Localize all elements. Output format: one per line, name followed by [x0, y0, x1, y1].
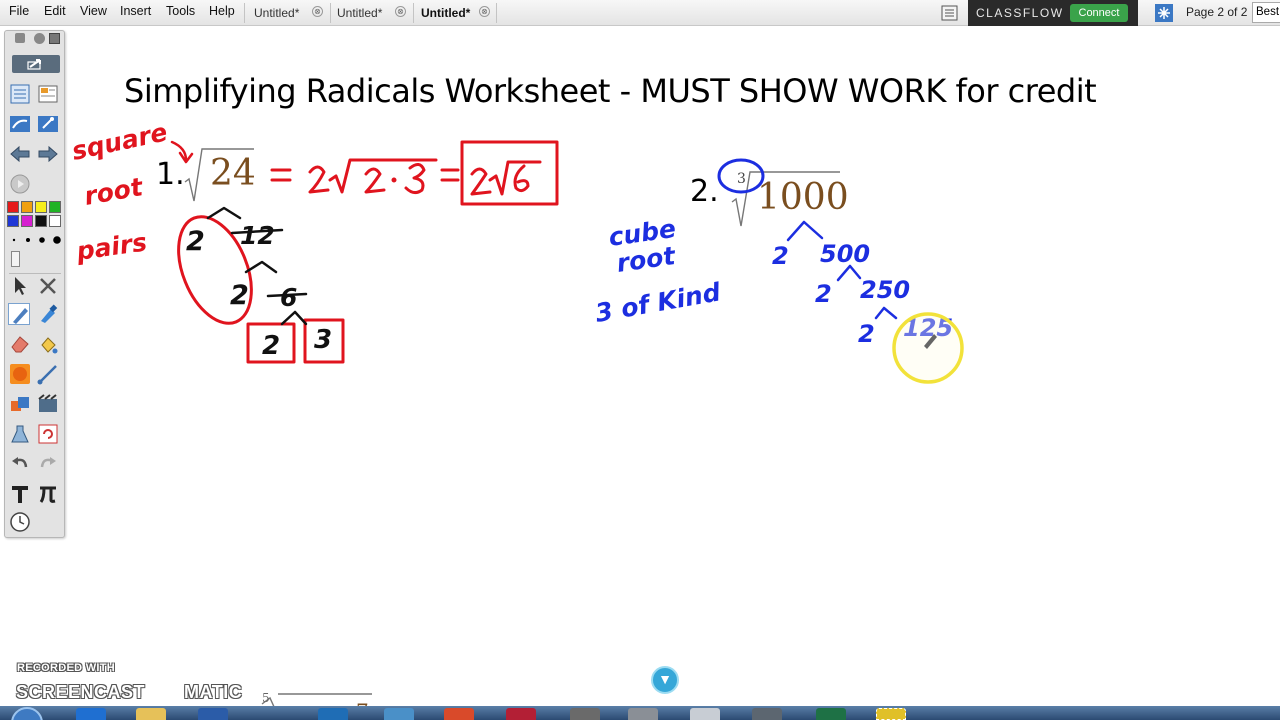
red-equals-1: [270, 168, 292, 182]
tree2-250: 250: [860, 276, 910, 304]
app-taskbar-icon-3[interactable]: [628, 708, 658, 720]
chrome-taskbar-icon[interactable]: [444, 708, 474, 720]
black-branch-1: [206, 206, 242, 220]
blue-branch-3: [874, 306, 898, 320]
tree1-2c: 2: [262, 331, 280, 361]
watermark-recorded-with: RECORDED WITH: [17, 662, 116, 674]
blue-branch-1: [786, 220, 824, 242]
ie-taskbar-icon[interactable]: [76, 708, 106, 720]
red-two-inner: [364, 167, 386, 194]
ink-annotations-layer: square root pairs 2 12 2 6 2 3 cube root…: [69, 117, 964, 720]
watermark-record-icon: [153, 679, 177, 703]
activinspire-taskbar-icon[interactable]: [876, 708, 906, 720]
snipping-taskbar-icon[interactable]: [570, 708, 600, 720]
tree1-2: 2: [186, 226, 205, 257]
watermark-brand: SCREENCAST MATIC: [16, 679, 243, 703]
tree1-12: 12: [240, 221, 275, 250]
red-two: [308, 165, 330, 194]
excel-taskbar-icon[interactable]: [816, 708, 846, 720]
hand-square: square: [69, 117, 170, 165]
hand-root: root: [82, 172, 146, 211]
red-answer-two: [470, 167, 492, 196]
watermark-matic: MATIC: [184, 682, 243, 702]
word-taskbar-icon[interactable]: [198, 708, 228, 720]
red-dot: [391, 177, 397, 183]
tree1-6: 6: [280, 283, 297, 312]
tree2-500: 500: [820, 240, 870, 268]
app-taskbar-icon-5[interactable]: [752, 708, 782, 720]
red-answer-six: [513, 164, 530, 193]
app-taskbar-icon[interactable]: [384, 708, 414, 720]
tree1-3: 3: [314, 325, 332, 355]
watermark-screencast: SCREENCAST: [16, 682, 146, 702]
hand-pairs: pairs: [74, 227, 149, 266]
black-branch-3: [280, 310, 308, 326]
black-branch-2: [244, 260, 278, 274]
tree2-2b: 2: [815, 280, 832, 308]
start-button-icon[interactable]: [10, 706, 44, 720]
tree2-2: 2: [772, 242, 789, 270]
app-taskbar-icon-2[interactable]: [506, 708, 536, 720]
cursor-highlight-ring: [892, 312, 964, 384]
blue-index-circle: [717, 158, 765, 194]
scroll-down-button[interactable]: ▼: [651, 666, 679, 694]
outlook-taskbar-icon[interactable]: [318, 708, 348, 720]
app-taskbar-icon-4[interactable]: [690, 708, 720, 720]
hand-3-of-kind: 3 of Kind: [593, 277, 724, 328]
tree1-2b: 2: [230, 280, 249, 311]
blue-branch-2: [836, 264, 862, 282]
tree2-2c: 2: [858, 320, 875, 348]
classflow-window: File Edit View Insert Tools Help Untitle…: [0, 0, 1280, 720]
explorer-taskbar-icon[interactable]: [136, 708, 166, 720]
red-equals-2: [440, 168, 460, 182]
red-arrow-stroke: [170, 140, 194, 164]
next-problem-index: 5: [262, 691, 270, 705]
red-three: [404, 163, 426, 195]
